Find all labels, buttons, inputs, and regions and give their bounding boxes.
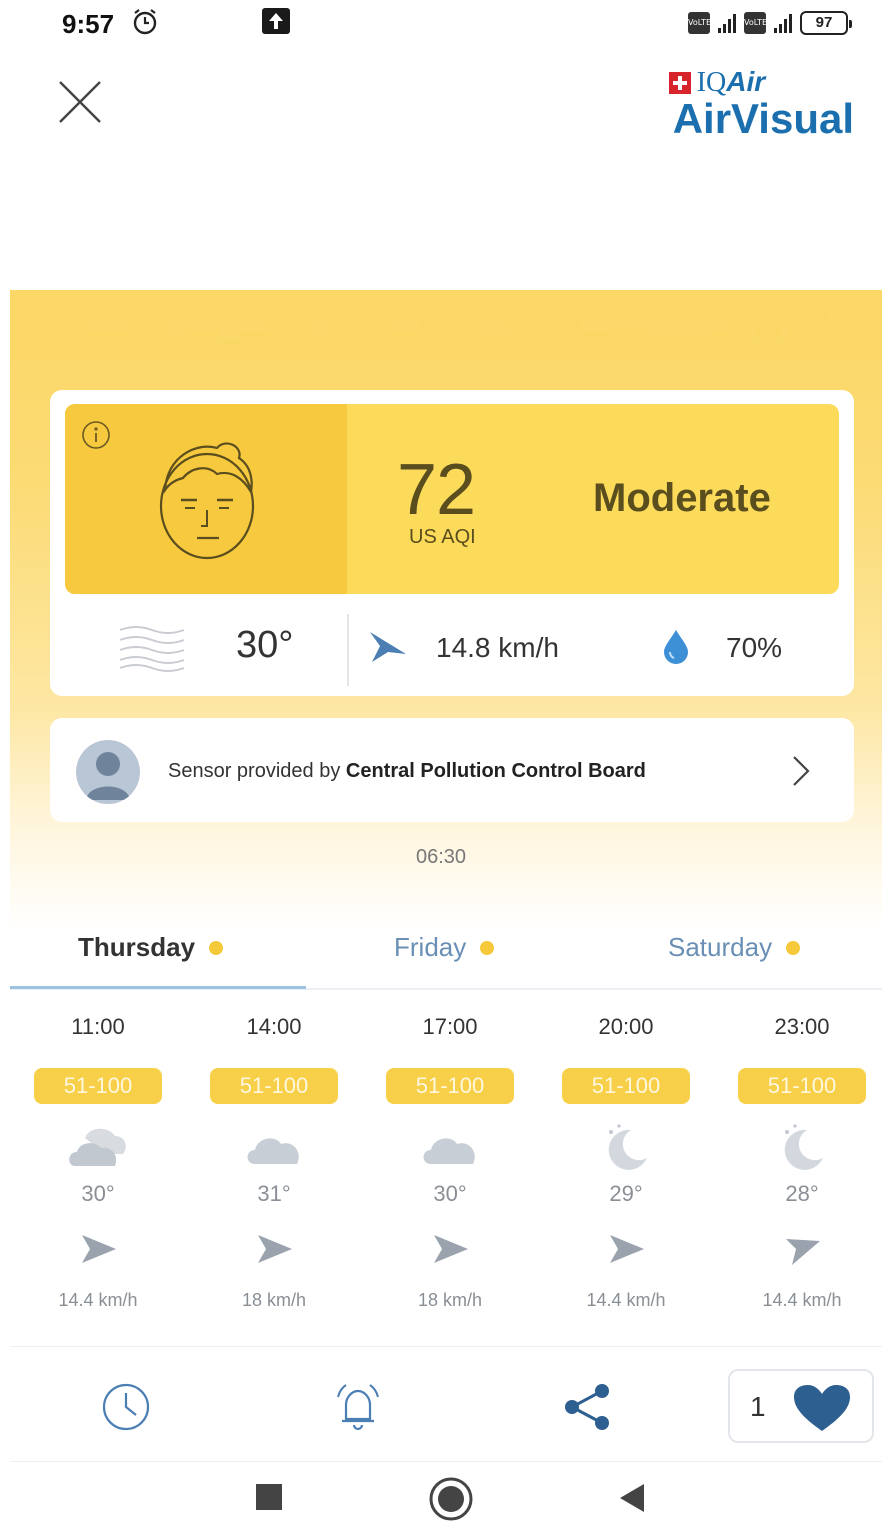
cloud-icon (247, 1138, 299, 1164)
sensor-provider-card[interactable]: Sensor provided by Central Pollution Con… (50, 718, 854, 822)
status-time: 9:57 (62, 9, 115, 39)
status-indicators: VoLTE VoLTE 97 (688, 9, 852, 37)
wind-direction-icon (82, 1235, 116, 1263)
current-humidity: 70% (726, 632, 783, 663)
hour-wind-speed: 14.4 km/h (58, 1290, 138, 1310)
face-moderate-icon (159, 442, 255, 560)
hourly-item: 14:00 51-100 31° 18 km/h (204, 1000, 344, 1311)
tab-thursday[interactable]: Thursday (78, 932, 224, 963)
heart-icon (794, 1385, 850, 1431)
city-skyline-illustration (10, 295, 882, 360)
hour-time: 11:00 (71, 1014, 125, 1039)
hourly-forecast: 11:00 51-100 30° 14.4 km/h 14:00 51-100 … (10, 1000, 882, 1345)
wind-direction-icon (610, 1235, 644, 1263)
hour-temperature: 29° (609, 1181, 643, 1206)
aqi-card: 72 US AQI Moderate 30° 14.8 km/h 70% (50, 390, 854, 696)
status-bar: 9:57 VoLTE VoLTE 97 (0, 0, 882, 46)
signal-icon (718, 13, 736, 33)
alert-bell-icon[interactable] (328, 1377, 388, 1437)
brand-app-name: AirVisual (672, 95, 854, 142)
aqi-value: 72 (397, 450, 476, 530)
swiss-flag-icon (668, 71, 691, 94)
action-bar: 1 (10, 1346, 882, 1462)
history-clock-icon[interactable] (96, 1377, 156, 1437)
hourly-item: 11:00 51-100 30° 14.4 km/h (28, 1000, 168, 1311)
humidity-drop-icon (664, 630, 688, 664)
active-tab-indicator (10, 986, 306, 989)
system-nav-bar (0, 1462, 882, 1526)
hour-time: 20:00 (598, 1014, 654, 1039)
wind-direction-icon (434, 1235, 468, 1263)
aqi-range-badge: 51-100 (562, 1068, 690, 1104)
recent-apps-button[interactable] (254, 1482, 284, 1512)
current-weather-row: 30° 14.8 km/h 70% (50, 596, 854, 696)
close-icon[interactable] (56, 78, 104, 126)
current-wind-speed: 14.8 km/h (436, 632, 559, 663)
back-button[interactable] (618, 1482, 646, 1514)
avatar (76, 740, 140, 804)
aqi-panel: 72 US AQI Moderate (65, 404, 839, 594)
aqi-range-badge: 51-100 (738, 1068, 866, 1104)
hour-wind-speed: 14.4 km/h (586, 1290, 666, 1310)
hourly-item: 23:00 51-100 28° 14.4 km/h (732, 1000, 872, 1311)
hour-time: 14:00 (246, 1014, 302, 1039)
aqi-unit: US AQI (409, 526, 476, 548)
last-updated-time: 06:30 (415, 846, 467, 868)
share-icon[interactable] (558, 1377, 618, 1437)
aqi-dot (786, 940, 801, 955)
hour-time: 17:00 (422, 1014, 478, 1039)
tab-saturday[interactable]: Saturday (668, 932, 801, 963)
battery-indicator: 97 (800, 11, 852, 35)
hour-wind-speed: 14.4 km/h (762, 1290, 842, 1310)
partly-cloudy-icon (69, 1128, 126, 1166)
signal-4g-icon (774, 13, 792, 33)
info-icon[interactable] (81, 420, 111, 450)
home-button[interactable] (428, 1476, 474, 1522)
cloud-icon (423, 1138, 475, 1164)
hour-wind-speed: 18 km/h (241, 1290, 307, 1310)
favorite-button[interactable]: 1 (728, 1369, 874, 1443)
moon-icon (784, 1124, 823, 1170)
hour-temperature: 30° (81, 1181, 115, 1206)
aqi-face-panel (65, 404, 347, 594)
wind-direction-icon (370, 632, 406, 662)
alarm-icon (133, 9, 157, 35)
favorite-count: 1 (750, 1391, 766, 1422)
volte-icon: VoLTE (688, 12, 711, 34)
aqi-dot (209, 940, 224, 955)
day-tabs: Thursday Friday Saturday (10, 910, 882, 990)
hour-temperature: 30° (433, 1181, 467, 1206)
tab-friday[interactable]: Friday (394, 932, 495, 963)
aqi-range-badge: 51-100 (386, 1068, 514, 1104)
aqi-dot (480, 940, 495, 955)
upload-icon (262, 8, 290, 34)
sensor-provider-text: Sensor provided by Central Pollution Con… (168, 760, 646, 782)
hour-wind-speed: 18 km/h (417, 1290, 483, 1310)
hour-time: 23:00 (774, 1014, 830, 1039)
wind-direction-icon (786, 1239, 820, 1265)
aqi-range-badge: 51-100 (210, 1068, 338, 1104)
hourly-item: 17:00 51-100 30° 18 km/h (380, 1000, 520, 1311)
brand-logo: IQAir AirVisual (668, 66, 854, 142)
aqi-range-badge: 51-100 (34, 1068, 162, 1104)
sensor-provider-name: Central Pollution Control Board (345, 760, 646, 782)
chevron-right-icon (793, 756, 810, 786)
hour-temperature: 28° (785, 1181, 819, 1206)
moon-icon (608, 1124, 647, 1170)
divider (347, 614, 349, 686)
aqi-level: Moderate (593, 476, 771, 520)
haze-icon (119, 626, 185, 672)
hourly-item: 20:00 51-100 29° 14.4 km/h (556, 1000, 696, 1311)
wind-direction-icon (258, 1235, 292, 1263)
current-temperature: 30° (236, 624, 294, 666)
volte-icon: VoLTE (744, 12, 767, 34)
hour-temperature: 31° (257, 1181, 291, 1206)
